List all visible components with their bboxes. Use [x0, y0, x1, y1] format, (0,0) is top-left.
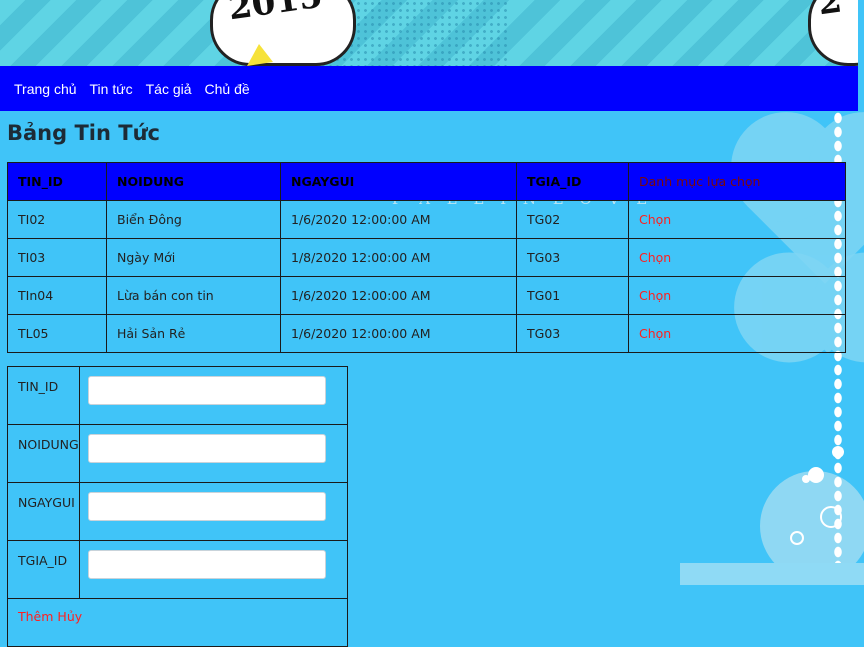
cell-tgia-id: TG02: [516, 200, 629, 239]
column-header-tin-id: TIN_ID: [7, 162, 107, 201]
cell-noidung: Biển Đông: [106, 200, 281, 239]
news-form: TIN_ID NOIDUNG NGAYGUI TGIA_ID Thêm Hủy: [7, 366, 349, 647]
form-row: TIN_ID: [7, 366, 349, 425]
field-cell: [78, 482, 349, 541]
select-link[interactable]: Chọn: [639, 250, 671, 265]
cell-action: Chọn: [628, 314, 846, 353]
form-row: NGAYGUI: [7, 482, 349, 541]
table-header-row: TIN_ID NOIDUNG NGAYGUI TGIA_ID Danh mục …: [7, 162, 846, 201]
form-actions-row: Thêm Hủy: [7, 598, 348, 647]
table-row: TI03 Ngày Mới 1/8/2020 12:00:00 AM TG03 …: [7, 238, 846, 277]
main-navbar: Trang chủ Tin tức Tác giả Chủ đề: [0, 66, 858, 111]
cell-ngaygui: 1/8/2020 12:00:00 AM: [280, 238, 517, 277]
news-table: TIN_ID NOIDUNG NGAYGUI TGIA_ID Danh mục …: [7, 162, 846, 353]
nav-news[interactable]: Tin tức: [90, 81, 133, 97]
cell-ngaygui: 1/6/2020 12:00:00 AM: [280, 314, 517, 353]
cell-ngaygui: 1/6/2020 12:00:00 AM: [280, 200, 517, 239]
field-label-ngaygui: NGAYGUI: [7, 482, 80, 541]
nav-authors[interactable]: Tác giả: [146, 81, 192, 97]
column-header-tgia-id: TGIA_ID: [516, 162, 629, 201]
form-actions: Thêm Hủy: [7, 598, 348, 647]
form-row: TGIA_ID: [7, 540, 349, 599]
bubble-decoration: [790, 531, 804, 545]
noidung-input[interactable]: [87, 434, 326, 463]
field-label-noidung: NOIDUNG: [7, 424, 80, 483]
table-row: TL05 Hải Sản Rẻ 1/6/2020 12:00:00 AM TG0…: [7, 314, 846, 353]
cell-tin-id: TI03: [7, 238, 107, 277]
cancel-button[interactable]: Hủy: [57, 609, 82, 624]
field-label-tgia-id: TGIA_ID: [7, 540, 80, 599]
cell-tin-id: TL05: [7, 314, 107, 353]
cell-action: Chọn: [628, 200, 846, 239]
bubble-decoration: [832, 446, 844, 458]
bar-decoration: [680, 563, 864, 585]
cell-tgia-id: TG01: [516, 276, 629, 315]
nav-topics[interactable]: Chủ đề: [205, 81, 250, 97]
bubble-decoration: [808, 467, 824, 483]
page-title: Bảng Tin Tức: [7, 121, 160, 145]
nav-home[interactable]: Trang chủ: [14, 81, 77, 97]
cell-tin-id: TI02: [7, 200, 107, 239]
cell-noidung: Hải Sản Rẻ: [106, 314, 281, 353]
cell-action: Chọn: [628, 238, 846, 277]
cell-tin-id: TIn04: [7, 276, 107, 315]
bubble-decoration: [802, 475, 810, 483]
form-row: NOIDUNG: [7, 424, 349, 483]
column-header-options: Danh mục lựa chọn: [628, 162, 846, 201]
add-button[interactable]: Thêm: [18, 609, 53, 624]
cell-ngaygui: 1/6/2020 12:00:00 AM: [280, 276, 517, 315]
cell-tgia-id: TG03: [516, 238, 629, 277]
tin-id-input[interactable]: [87, 376, 326, 405]
ngaygui-input[interactable]: [87, 492, 326, 521]
select-link[interactable]: Chọn: [639, 212, 671, 227]
field-cell: [78, 540, 349, 599]
tgia-id-input[interactable]: [87, 550, 326, 579]
field-label-tin-id: TIN_ID: [7, 366, 80, 425]
cell-tgia-id: TG03: [516, 314, 629, 353]
column-header-noidung: NOIDUNG: [106, 162, 281, 201]
cell-noidung: Ngày Mới: [106, 238, 281, 277]
table-row: TI02 Biển Đông 1/6/2020 12:00:00 AM TG02…: [7, 200, 846, 239]
sparkle-icon: [247, 44, 273, 66]
field-cell: [78, 366, 349, 425]
column-header-ngaygui: NGAYGUI: [280, 162, 517, 201]
select-link[interactable]: Chọn: [639, 326, 671, 341]
field-cell: [78, 424, 349, 483]
cell-action: Chọn: [628, 276, 846, 315]
header-banner: 2015 2: [0, 0, 858, 66]
table-row: TIn04 Lừa bán con tin 1/6/2020 12:00:00 …: [7, 276, 846, 315]
cell-noidung: Lừa bán con tin: [106, 276, 281, 315]
select-link[interactable]: Chọn: [639, 288, 671, 303]
bubble-decoration: [820, 506, 842, 528]
logo-year-right: 2: [815, 0, 845, 24]
bubble-decoration: [760, 471, 864, 581]
